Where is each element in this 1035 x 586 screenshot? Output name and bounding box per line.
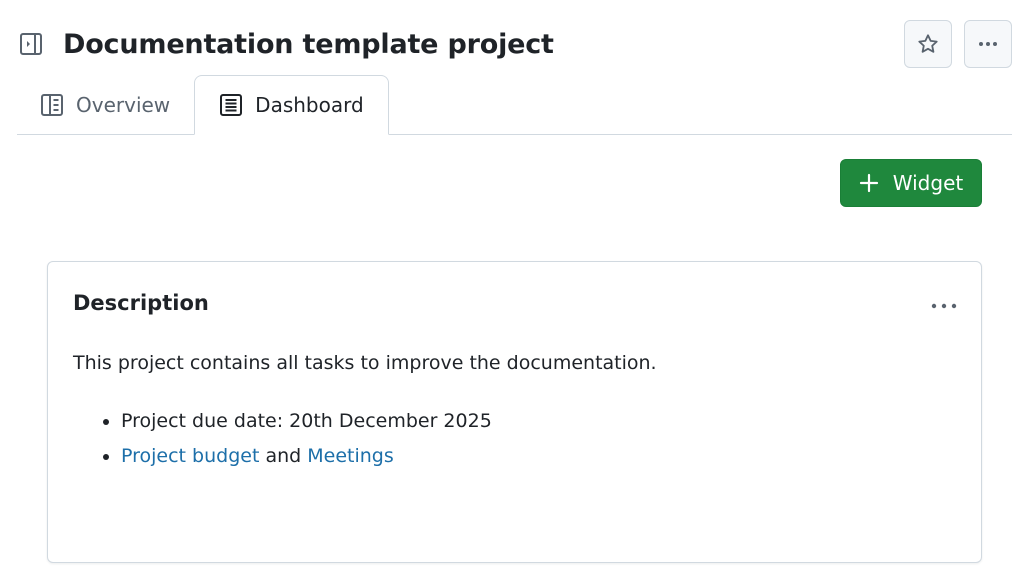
tab-bar: Overview Dashboard bbox=[17, 75, 1012, 135]
meetings-link[interactable]: Meetings bbox=[307, 445, 394, 467]
kebab-horizontal-icon bbox=[931, 303, 957, 309]
book-icon bbox=[41, 93, 63, 116]
widget-description: This project contains all tasks to impro… bbox=[73, 352, 657, 374]
kebab-horizontal-icon bbox=[979, 42, 997, 46]
tab-overview-label: Overview bbox=[76, 92, 171, 117]
tab-overview[interactable]: Overview bbox=[17, 75, 194, 134]
widget-title: Description bbox=[73, 291, 209, 315]
add-widget-button[interactable]: Widget bbox=[840, 159, 982, 207]
widget-list: Project due date: 20th December 2025 Pro… bbox=[73, 404, 492, 474]
sidebar-expand-icon[interactable] bbox=[18, 31, 44, 57]
tab-dashboard[interactable]: Dashboard bbox=[194, 75, 389, 135]
widget-menu-button[interactable] bbox=[929, 296, 959, 316]
more-options-button[interactable] bbox=[964, 20, 1012, 68]
list-item: Project budget and Meetings bbox=[121, 439, 492, 474]
due-date-text: Project due date: 20th December 2025 bbox=[121, 410, 492, 432]
plus-icon bbox=[859, 173, 878, 193]
description-widget: Description This project contains all ta… bbox=[47, 261, 982, 563]
star-icon bbox=[918, 34, 938, 53]
connector-text: and bbox=[259, 445, 308, 467]
tab-dashboard-label: Dashboard bbox=[255, 93, 364, 117]
star-button[interactable] bbox=[904, 20, 952, 68]
list-item: Project due date: 20th December 2025 bbox=[121, 404, 492, 439]
header-actions bbox=[904, 20, 1012, 68]
add-widget-label: Widget bbox=[892, 171, 964, 195]
note-icon bbox=[220, 94, 243, 116]
project-budget-link[interactable]: Project budget bbox=[121, 445, 259, 467]
page-header: Documentation template project bbox=[18, 20, 1012, 68]
project-page: Documentation template project Overview … bbox=[0, 0, 1035, 586]
page-title: Documentation template project bbox=[63, 28, 554, 60]
